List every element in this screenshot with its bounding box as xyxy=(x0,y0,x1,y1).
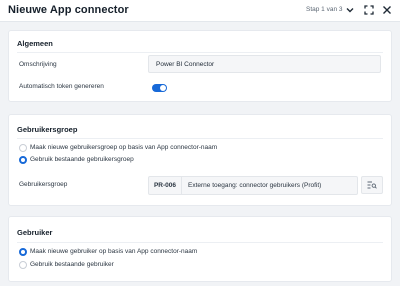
usergroup-lookup-button[interactable] xyxy=(361,176,383,194)
section-title-gebruikersgroep: Gebruikersgroep xyxy=(17,125,78,134)
omschrijving-label: Omschrijving xyxy=(19,61,57,68)
usergroup-lookup-field[interactable]: PR-006 Externe toegang: connector gebrui… xyxy=(148,176,358,195)
radio-existing-user-label: Gebruik bestaande gebruiker xyxy=(30,261,114,268)
radio-existing-usergroup-label: Gebruik bestaande gebruikersgroep xyxy=(30,156,134,163)
radio-new-user[interactable] xyxy=(19,248,27,256)
radio-new-usergroup-label: Maak nieuwe gebruikersgroep op basis van… xyxy=(30,144,218,151)
list-search-icon xyxy=(367,181,377,189)
dialog-title: Nieuwe App connector xyxy=(8,4,129,16)
chevron-down-icon[interactable] xyxy=(343,3,357,17)
section-title-algemeen: Algemeen xyxy=(17,39,53,48)
divider xyxy=(17,52,383,53)
close-icon[interactable] xyxy=(380,3,394,17)
dialog-header: Nieuwe App connector Stap 1 van 3 xyxy=(0,0,400,22)
token-toggle[interactable] xyxy=(152,84,167,92)
card-gebruiker: Gebruiker Maak nieuwe gebruiker op basis… xyxy=(8,216,392,282)
card-algemeen: Algemeen Omschrijving Power BI Connector… xyxy=(8,30,392,102)
radio-existing-usergroup[interactable] xyxy=(19,156,27,164)
step-indicator: Stap 1 van 3 xyxy=(306,6,343,13)
usergroup-code: PR-006 xyxy=(149,177,182,194)
radio-existing-user[interactable] xyxy=(19,261,27,269)
toggle-knob xyxy=(160,85,166,91)
usergroup-label: Gebruikersgroep xyxy=(19,181,68,188)
usergroup-value: Externe toegang: connector gebruikers (P… xyxy=(188,182,322,189)
divider xyxy=(17,242,383,243)
omschrijving-value: Power BI Connector xyxy=(156,60,215,68)
fullscreen-icon[interactable] xyxy=(362,3,376,17)
divider xyxy=(17,138,383,139)
section-title-gebruiker: Gebruiker xyxy=(17,228,53,237)
radio-new-usergroup[interactable] xyxy=(19,144,27,152)
omschrijving-field[interactable]: Power BI Connector xyxy=(148,55,381,73)
card-gebruikersgroep: Gebruikersgroep Maak nieuwe gebruikersgr… xyxy=(8,114,392,206)
token-label: Automatisch token genereren xyxy=(19,83,104,90)
radio-new-user-label: Maak nieuwe gebruiker op basis van App c… xyxy=(30,248,198,255)
